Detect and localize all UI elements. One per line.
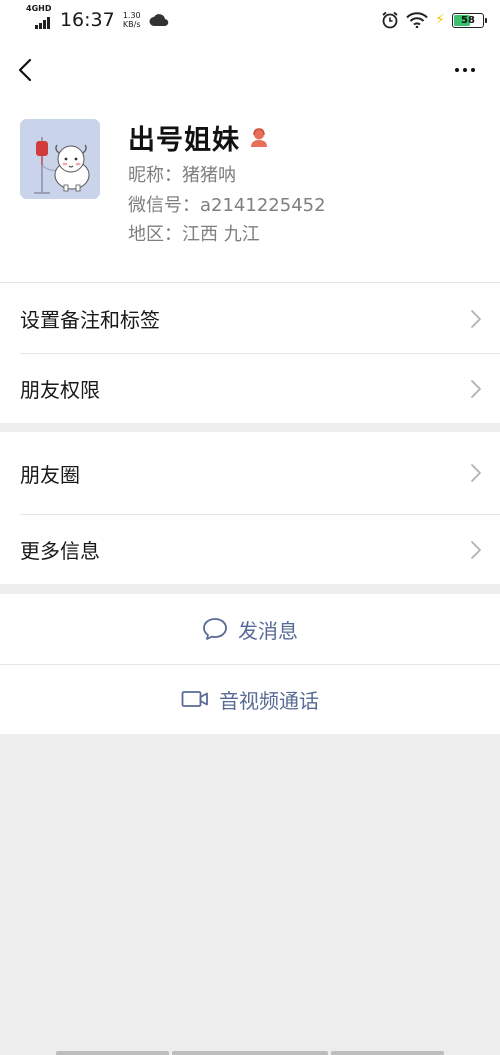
region: 地区：江西 九江 bbox=[128, 224, 260, 245]
chevron-left-icon bbox=[18, 58, 32, 82]
network-speed: 1.30 KB/s bbox=[121, 11, 143, 29]
row-more-info[interactable]: 更多信息 bbox=[0, 514, 500, 584]
row-friend-permissions[interactable]: 朋友权限 bbox=[0, 353, 500, 423]
send-message-button[interactable]: 发消息 bbox=[0, 594, 500, 664]
settings-group: 设置备注和标签 朋友权限 bbox=[0, 282, 500, 423]
network-type: 4GHD bbox=[26, 4, 52, 13]
battery-icon: 58 bbox=[452, 12, 487, 28]
speed-unit: KB/s bbox=[122, 20, 141, 29]
more-button[interactable] bbox=[450, 58, 480, 82]
row-label: 设置备注和标签 bbox=[20, 307, 160, 332]
more-dot bbox=[455, 68, 459, 72]
alarm-icon bbox=[382, 11, 398, 29]
female-icon bbox=[251, 127, 267, 147]
status-right: ⚡ 58 bbox=[381, 11, 487, 29]
charging-icon: ⚡ bbox=[435, 12, 445, 28]
wifi-icon bbox=[406, 12, 428, 28]
row-label: 朋友圈 bbox=[20, 462, 80, 487]
cloud-icon bbox=[149, 14, 168, 27]
profile-card: 出号姐妹 昵称：猪猪呐 微信号：a2141225452 地区：江西 九江 bbox=[0, 100, 500, 282]
chevron-right-icon bbox=[471, 310, 481, 328]
signal-icon bbox=[35, 17, 50, 29]
chat-bubble-icon bbox=[203, 618, 227, 640]
avatar-image bbox=[20, 119, 100, 199]
name-row: 出号姐妹 bbox=[128, 118, 270, 157]
video-camera-icon bbox=[181, 691, 208, 707]
wechat-id: 微信号：a2141225452 bbox=[128, 195, 326, 216]
nav-bar bbox=[0, 40, 500, 100]
nav-gesture-bar[interactable] bbox=[331, 1051, 444, 1055]
chevron-right-icon bbox=[471, 380, 481, 398]
actions-group: 发消息 音视频通话 bbox=[0, 594, 500, 734]
contact-name: 出号姐妹 bbox=[128, 125, 240, 156]
status-time: 16:37 bbox=[59, 9, 115, 31]
nickname: 昵称：猪猪呐 bbox=[128, 165, 236, 186]
video-call-button[interactable]: 音视频通话 bbox=[0, 664, 500, 734]
nav-gesture-bar[interactable] bbox=[172, 1051, 328, 1055]
row-moments[interactable]: 朋友圈 bbox=[0, 432, 500, 514]
row-label: 更多信息 bbox=[20, 538, 100, 563]
send-message-label: 发消息 bbox=[238, 618, 298, 643]
chevron-right-icon bbox=[471, 541, 481, 559]
video-call-label: 音视频通话 bbox=[219, 688, 319, 713]
nav-gesture-bar[interactable] bbox=[56, 1051, 169, 1055]
avatar[interactable] bbox=[20, 119, 100, 199]
back-button[interactable] bbox=[14, 56, 38, 84]
speed-value: 1.30 bbox=[122, 11, 141, 20]
more-dot bbox=[471, 68, 475, 72]
row-label: 朋友权限 bbox=[20, 377, 100, 402]
row-remark-tags[interactable]: 设置备注和标签 bbox=[0, 283, 500, 353]
chevron-right-icon bbox=[471, 464, 481, 482]
status-bar: 4GHD 16:37 1.30 KB/s ⚡ 58 bbox=[0, 0, 500, 40]
more-dot bbox=[463, 68, 467, 72]
info-group: 朋友圈 更多信息 bbox=[0, 432, 500, 584]
status-left: 4GHD 16:37 1.30 KB/s bbox=[26, 5, 169, 31]
battery-level: 58 bbox=[461, 14, 475, 26]
